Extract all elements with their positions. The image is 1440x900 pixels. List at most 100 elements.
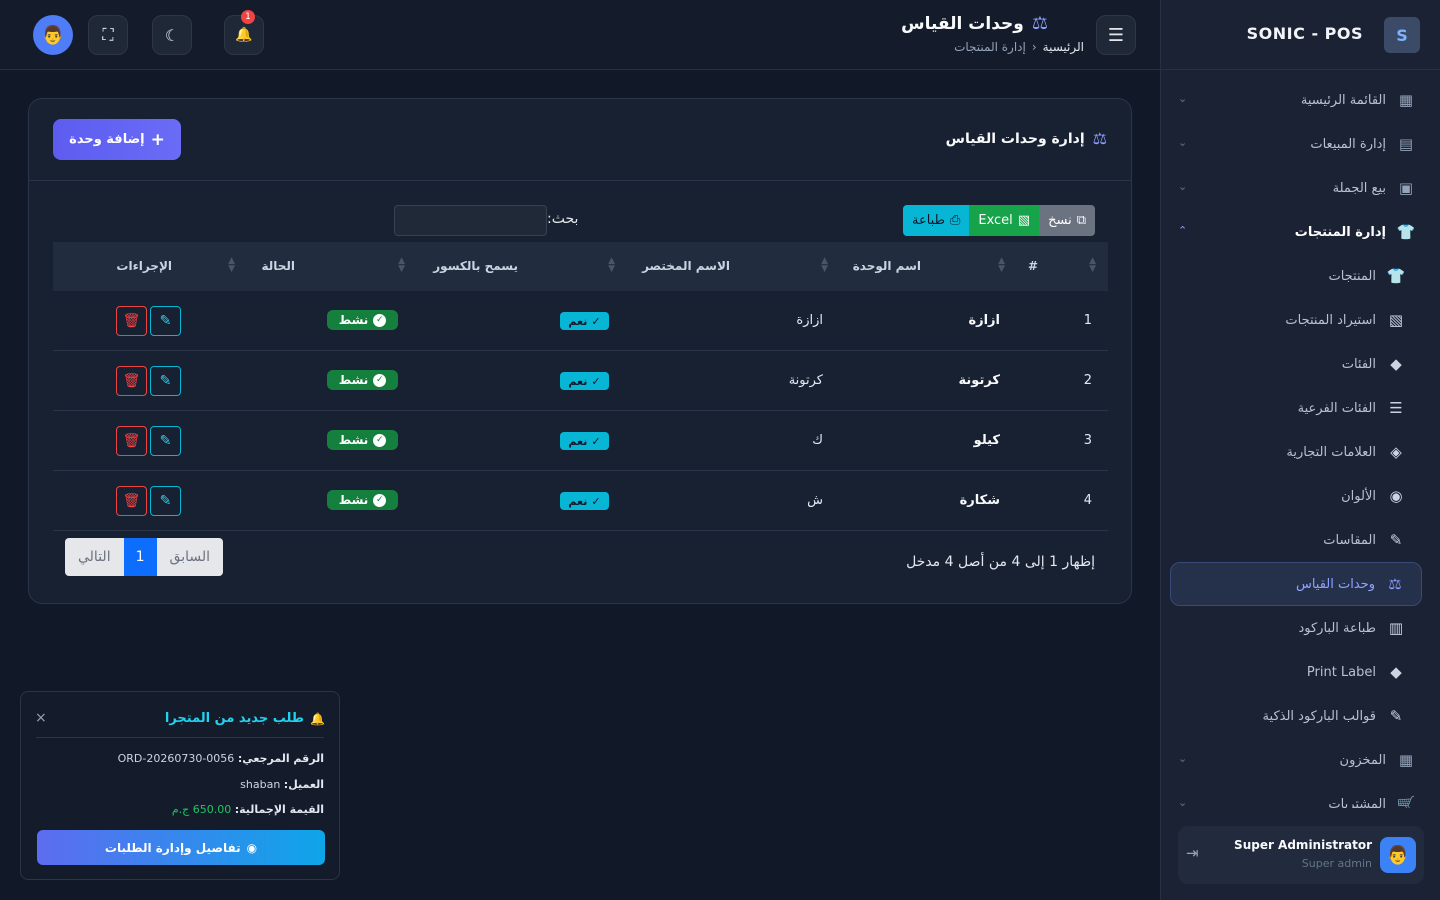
fraction-label: نعم: [568, 374, 588, 388]
notifications-button[interactable]: 🔔 1: [224, 10, 264, 55]
edit-icon: ✎: [159, 493, 172, 509]
sidebar-item-purchases[interactable]: 🛒 المشتريات ⌄: [1170, 782, 1422, 808]
units-card: ⚖ إدارة وحدات القياس + إضافة وحدة ⧉ نسخ ▧…: [28, 98, 1132, 604]
edit-button[interactable]: ✎: [150, 306, 181, 336]
toast-total-row: القيمة الإجمالية: 650.00 ج.م: [172, 803, 324, 816]
warehouse-icon: ▦: [1398, 751, 1414, 769]
sort-icon: ▲ ▼: [228, 256, 235, 274]
sidebar-item-products[interactable]: 👕 المنتجات: [1170, 254, 1422, 298]
sidebar-item-inventory[interactable]: ▦ المخزون ⌄: [1170, 738, 1422, 782]
col-short-name[interactable]: الاسم المختصر: [642, 259, 730, 273]
print-button[interactable]: ⎙ طباعة: [902, 205, 970, 236]
sidebar-item-barcode-templates[interactable]: ✎ قوالب الباركود الذكية: [1170, 694, 1422, 738]
user-avatar-button[interactable]: 👨: [33, 15, 73, 55]
copy-icon: ⧉: [1076, 213, 1086, 228]
sidebar-item-categories[interactable]: ◆ الفئات: [1170, 342, 1422, 386]
logout-icon: ⇥: [1186, 844, 1199, 862]
chevron-up-icon: ⌃: [1178, 224, 1188, 237]
edit-button[interactable]: ✎: [150, 366, 181, 396]
unit-short-name: ازازة: [796, 313, 823, 328]
sidebar-item-label: Print Label: [1306, 664, 1376, 680]
sidebar-item-sales[interactable]: ▤ إدارة المبيعات ⌄: [1170, 122, 1422, 166]
unit-name: ازازة: [968, 313, 1000, 328]
sidebar-item-label: القائمة الرئيسية: [1300, 92, 1386, 108]
toast-close-button[interactable]: ×: [35, 710, 47, 726]
order-details-button[interactable]: ◉ تفاصيل وإدارة الطلبات: [37, 830, 325, 865]
sidebar-item-dashboard[interactable]: ▦ القائمة الرئيسية ⌄: [1170, 78, 1422, 122]
sidebar-item-import-products[interactable]: ▧ استيراد المنتجات: [1170, 298, 1422, 342]
table-row: 2 كرتونة كرتونة ✓ نعم ✓ نشط ✎ 🗑: [53, 351, 1108, 411]
previous-page-button[interactable]: السابق: [156, 538, 223, 576]
brand: S SONIC - POS: [1161, 0, 1440, 70]
sidebar-item-wholesale[interactable]: ▣ بيع الجملة ⌄: [1170, 166, 1422, 210]
sidebar-item-units[interactable]: ⚖ وحدات القياس: [1170, 562, 1422, 606]
fraction-label: نعم: [568, 314, 588, 328]
user-profile-avatar: 👨: [1380, 837, 1416, 873]
edit-button[interactable]: ✎: [150, 486, 181, 516]
sidebar-item-label: العلامات التجارية: [1286, 444, 1376, 460]
copy-button[interactable]: ⧉ نسخ: [1039, 205, 1095, 236]
search-input[interactable]: [394, 205, 547, 236]
status-badge: ✓ نشط: [327, 490, 398, 510]
brand-logo[interactable]: S: [1384, 17, 1420, 53]
brand-name: SONIC - POS: [1246, 24, 1363, 43]
unit-short-name: ش: [807, 493, 823, 508]
delete-button[interactable]: 🗑: [116, 366, 147, 396]
plus-icon: +: [150, 129, 165, 150]
shirt-icon: 👕: [1396, 223, 1416, 241]
delete-button[interactable]: 🗑: [116, 486, 147, 516]
customer-label: العميل:: [283, 778, 324, 791]
sidebar-toggle-button[interactable]: ☰: [1096, 15, 1136, 55]
edit-button[interactable]: ✎: [150, 426, 181, 456]
fullscreen-button[interactable]: ⛶: [88, 15, 128, 55]
col-allow-fraction[interactable]: يسمح بالكسور: [433, 259, 518, 273]
delete-button[interactable]: 🗑: [116, 426, 147, 456]
add-unit-button[interactable]: + إضافة وحدة: [53, 119, 181, 160]
table-header: # ▲ ▼ اسم الوحدة ▲ ▼ الاسم المختصر ▲ ▼ يسمح…: [53, 242, 1108, 291]
breadcrumb-home[interactable]: الرئيسية: [1043, 40, 1084, 54]
sidebar-item-print-label[interactable]: ◆ Print Label: [1170, 650, 1422, 694]
page-title: ⚖ وحدات القياس: [901, 13, 1048, 34]
scale-icon: ⚖: [1031, 13, 1048, 34]
sort-icon: ▲ ▼: [1089, 256, 1096, 274]
unit-name: كرتونة: [958, 373, 1000, 388]
check-circle-icon: ✓: [373, 313, 387, 327]
fraction-label: نعم: [568, 434, 588, 448]
chevron-down-icon: ⌄: [1178, 752, 1188, 765]
sidebar-item-products-management[interactable]: 👕 إدارة المنتجات ⌃: [1170, 210, 1422, 254]
unit-name: كيلو: [973, 433, 1000, 448]
check-circle-icon: ✓: [373, 493, 387, 507]
shirt-icon: 👕: [1386, 267, 1406, 285]
card-title: ⚖ إدارة وحدات القياس: [946, 129, 1107, 148]
row-number: 1: [1083, 313, 1092, 328]
col-number[interactable]: #: [1028, 259, 1038, 273]
sidebar-item-brands[interactable]: ◈ العلامات التجارية: [1170, 430, 1422, 474]
sidebar-item-label: بيع الجملة: [1332, 180, 1386, 196]
col-status[interactable]: الحالة: [261, 259, 295, 273]
row-number: 4: [1083, 493, 1092, 508]
bell-icon: 🔔: [235, 27, 253, 43]
sidebar-item-subcategories[interactable]: ☰ الفئات الفرعية: [1170, 386, 1422, 430]
sort-icon: ▲ ▼: [821, 256, 828, 274]
next-page-button[interactable]: التالي: [65, 538, 124, 576]
status-label: نشط: [338, 433, 369, 447]
delete-button[interactable]: 🗑: [116, 306, 147, 336]
theme-toggle-button[interactable]: ☾: [152, 15, 192, 55]
list-icon: ☰: [1389, 399, 1403, 417]
sidebar-item-sizes[interactable]: ✎ المقاسات: [1170, 518, 1422, 562]
excel-button[interactable]: ▧ Excel: [969, 205, 1040, 236]
sidebar-item-print-barcode[interactable]: ▥ طباعة الباركود: [1170, 606, 1422, 650]
expand-icon: ⛶: [102, 25, 114, 44]
scale-icon: ⚖: [1388, 575, 1402, 593]
breadcrumb: الرئيسية ‹ إدارة المنتجات: [954, 40, 1084, 54]
logout-button[interactable]: ⇥: [1186, 844, 1199, 862]
fraction-yes-badge: ✓ نعم: [560, 372, 609, 390]
sidebar-item-colors[interactable]: ◉ الألوان: [1170, 474, 1422, 518]
col-unit-name[interactable]: اسم الوحدة: [853, 259, 921, 273]
toast-customer-row: العميل: shaban: [240, 778, 324, 791]
top-header: 👨 ⛶ ☾ 🔔 1 ⚖ وحدات القياس الرئيسية ‹ إدارة …: [0, 0, 1160, 70]
user-role: Super admin: [1301, 857, 1372, 870]
search-label: بحث:: [547, 211, 579, 227]
page-1-button[interactable]: 1: [123, 538, 157, 576]
toast-ref-row: الرقم المرجعي: ORD-20260730-0056: [118, 752, 324, 765]
